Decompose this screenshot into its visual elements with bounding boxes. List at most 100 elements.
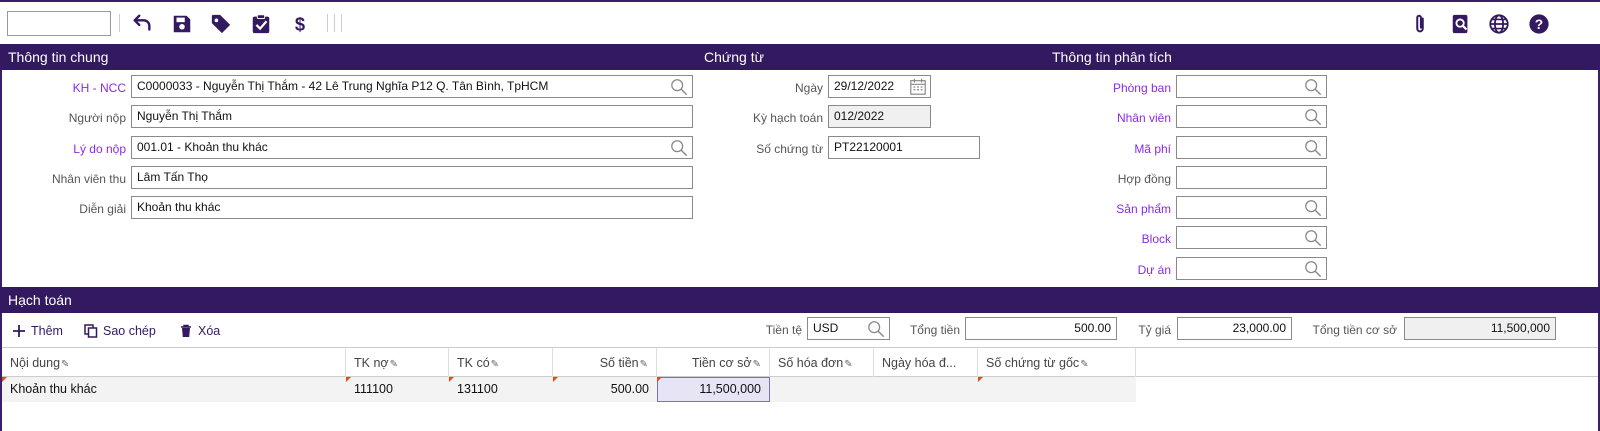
toolbar-search-input[interactable] — [7, 11, 111, 36]
column-header-so-chung-tu-goc[interactable]: Số chứng từ gốc✎ — [978, 348, 1136, 378]
so-chung-tu-label: Số chứng từ — [756, 142, 823, 156]
calendar-icon[interactable] — [909, 78, 927, 96]
tong-tien-co-so-field: 11,500,000 — [1404, 317, 1556, 340]
svg-text:$: $ — [295, 13, 305, 34]
search-icon[interactable] — [1304, 229, 1322, 247]
tien-te-field[interactable]: USD — [807, 317, 890, 340]
cell-tk-no[interactable]: 111100 — [346, 377, 449, 402]
edit-icon: ✎ — [752, 359, 761, 370]
column-header-ngay-hoa-don[interactable]: Ngày hóa đ... — [874, 348, 978, 378]
delete-row-button[interactable]: Xóa — [179, 324, 220, 338]
dien-giai-label: Diễn giải — [79, 202, 126, 216]
column-header-tien-co-so[interactable]: Tiền cơ sở✎ — [657, 348, 770, 378]
du-an-label[interactable]: Dự án — [1060, 263, 1171, 277]
accounting-grid-header: Nội dung✎ TK nợ✎ TK có✎ Số tiền✎ Tiền cơ… — [2, 347, 1598, 378]
nhan-vien-thu-label: Nhân viên thu — [51, 172, 126, 186]
toolbar-separator — [341, 14, 342, 32]
dien-giai-field[interactable]: Khoản thu khác — [131, 196, 693, 219]
undo-icon[interactable] — [130, 12, 154, 36]
cell-tien-co-so[interactable]: 11,500,000 — [657, 377, 770, 402]
san-pham-label[interactable]: Sản phẩm — [1060, 202, 1171, 216]
cell-ngay-hoa-don[interactable] — [874, 377, 978, 402]
trash-icon — [181, 324, 191, 337]
add-row-label: Thêm — [31, 324, 63, 338]
section-title-accounting: Hạch toán — [8, 292, 72, 308]
info-section-header: Thông tin chung Chứng từ Thông tin phân … — [0, 44, 1600, 70]
hop-dong-field[interactable] — [1176, 166, 1327, 189]
globe-icon[interactable] — [1487, 12, 1511, 36]
kh-ncc-field[interactable]: C0000033 - Nguyễn Thị Thắm - 42 Lê Trung… — [131, 75, 693, 98]
tag-icon[interactable] — [209, 12, 233, 36]
nhan-vien-field[interactable] — [1176, 105, 1327, 128]
search-icon[interactable] — [867, 320, 885, 338]
tien-te-value: USD — [813, 321, 839, 335]
required-flag — [657, 377, 662, 382]
search-icon[interactable] — [1304, 78, 1322, 96]
preview-icon[interactable] — [1449, 12, 1473, 36]
cell-so-tien[interactable]: 500.00 — [553, 377, 657, 402]
block-label[interactable]: Block — [1060, 232, 1171, 246]
search-icon[interactable] — [670, 139, 688, 157]
column-header-so-tien[interactable]: Số tiền✎ — [553, 348, 657, 378]
ly-do-nop-field[interactable]: 001.01 - Khoản thu khác — [131, 136, 693, 159]
san-pham-field[interactable] — [1176, 196, 1327, 219]
so-chung-tu-value: PT22120001 — [834, 140, 903, 154]
nhan-vien-label[interactable]: Nhân viên — [1060, 111, 1171, 125]
ma-phi-label[interactable]: Mã phí — [1060, 142, 1171, 156]
cell-tk-co[interactable]: 131100 — [449, 377, 553, 402]
ky-hach-toan-label: Kỳ hạch toán — [752, 111, 823, 125]
copy-row-button[interactable]: Sao chép — [84, 324, 156, 338]
tong-tien-field[interactable]: 500.00 — [965, 317, 1117, 340]
save-icon[interactable] — [170, 12, 194, 36]
nhan-vien-thu-field[interactable]: Lâm Tấn Thọ — [131, 166, 693, 189]
column-header-tk-no[interactable]: TK nợ✎ — [346, 348, 449, 378]
ky-hach-toan-value: 012/2022 — [834, 109, 885, 123]
tong-tien-co-so-value: 11,500,000 — [1490, 321, 1550, 335]
column-header-tk-co[interactable]: TK có✎ — [449, 348, 553, 378]
table-row[interactable]: Khoản thu khác 111100 131100 500.00 11,5… — [2, 377, 1136, 402]
delete-row-label: Xóa — [198, 324, 221, 338]
edit-icon: ✎ — [490, 359, 500, 370]
ma-phi-field[interactable] — [1176, 136, 1327, 159]
column-header-label: Số hóa đơn — [778, 356, 844, 370]
column-header-label: Nội dung — [10, 356, 61, 370]
column-header-label: TK có — [457, 356, 490, 370]
ngay-field[interactable]: 29/12/2022 — [828, 75, 931, 98]
search-icon[interactable] — [1304, 199, 1322, 217]
kh-ncc-label[interactable]: KH - NCC — [20, 81, 126, 95]
accounting-section-header: Hạch toán — [0, 287, 1600, 313]
du-an-field[interactable] — [1176, 257, 1327, 280]
search-icon[interactable] — [670, 78, 688, 96]
column-header-noi-dung[interactable]: Nội dung✎ — [2, 348, 346, 378]
so-chung-tu-field[interactable]: PT22120001 — [828, 136, 980, 159]
column-header-label: TK nợ — [354, 356, 389, 370]
section-title-general: Thông tin chung — [8, 49, 109, 65]
ly-do-nop-label[interactable]: Lý do nộp — [20, 142, 126, 156]
nguoi-nop-field[interactable]: Nguyễn Thị Thắm — [131, 105, 693, 128]
help-icon[interactable]: ? — [1527, 12, 1551, 36]
hop-dong-label: Hợp đồng — [1117, 172, 1171, 186]
column-header-label: Tiền cơ sở — [691, 356, 752, 370]
dollar-icon[interactable]: $ — [288, 12, 312, 36]
copy-row-label: Sao chép — [103, 324, 156, 338]
column-header-so-hoa-don[interactable]: Số hóa đơn✎ — [770, 348, 874, 378]
toolbar-separator — [334, 14, 335, 32]
ty-gia-field[interactable]: 23,000.00 — [1177, 317, 1292, 340]
paperclip-icon[interactable] — [1408, 12, 1432, 36]
column-header-label: Số tiền — [599, 356, 639, 370]
search-icon[interactable] — [1304, 139, 1322, 157]
search-icon[interactable] — [1304, 260, 1322, 278]
phong-ban-label[interactable]: Phòng ban — [1060, 81, 1171, 95]
clipboard-check-icon[interactable] — [249, 12, 273, 36]
cell-noi-dung[interactable]: Khoản thu khác — [2, 377, 346, 402]
block-field[interactable] — [1176, 226, 1327, 249]
ly-do-nop-value: 001.01 - Khoản thu khác — [137, 140, 268, 154]
phong-ban-field[interactable] — [1176, 75, 1327, 98]
nhan-vien-thu-value: Lâm Tấn Thọ — [137, 170, 208, 184]
toolbar-separator — [327, 14, 328, 32]
cell-so-chung-tu-goc[interactable] — [978, 377, 1136, 402]
edit-icon: ✎ — [389, 359, 398, 370]
cell-so-hoa-don[interactable] — [770, 377, 874, 402]
search-icon[interactable] — [1304, 108, 1322, 126]
add-row-button[interactable]: Thêm — [12, 324, 63, 338]
